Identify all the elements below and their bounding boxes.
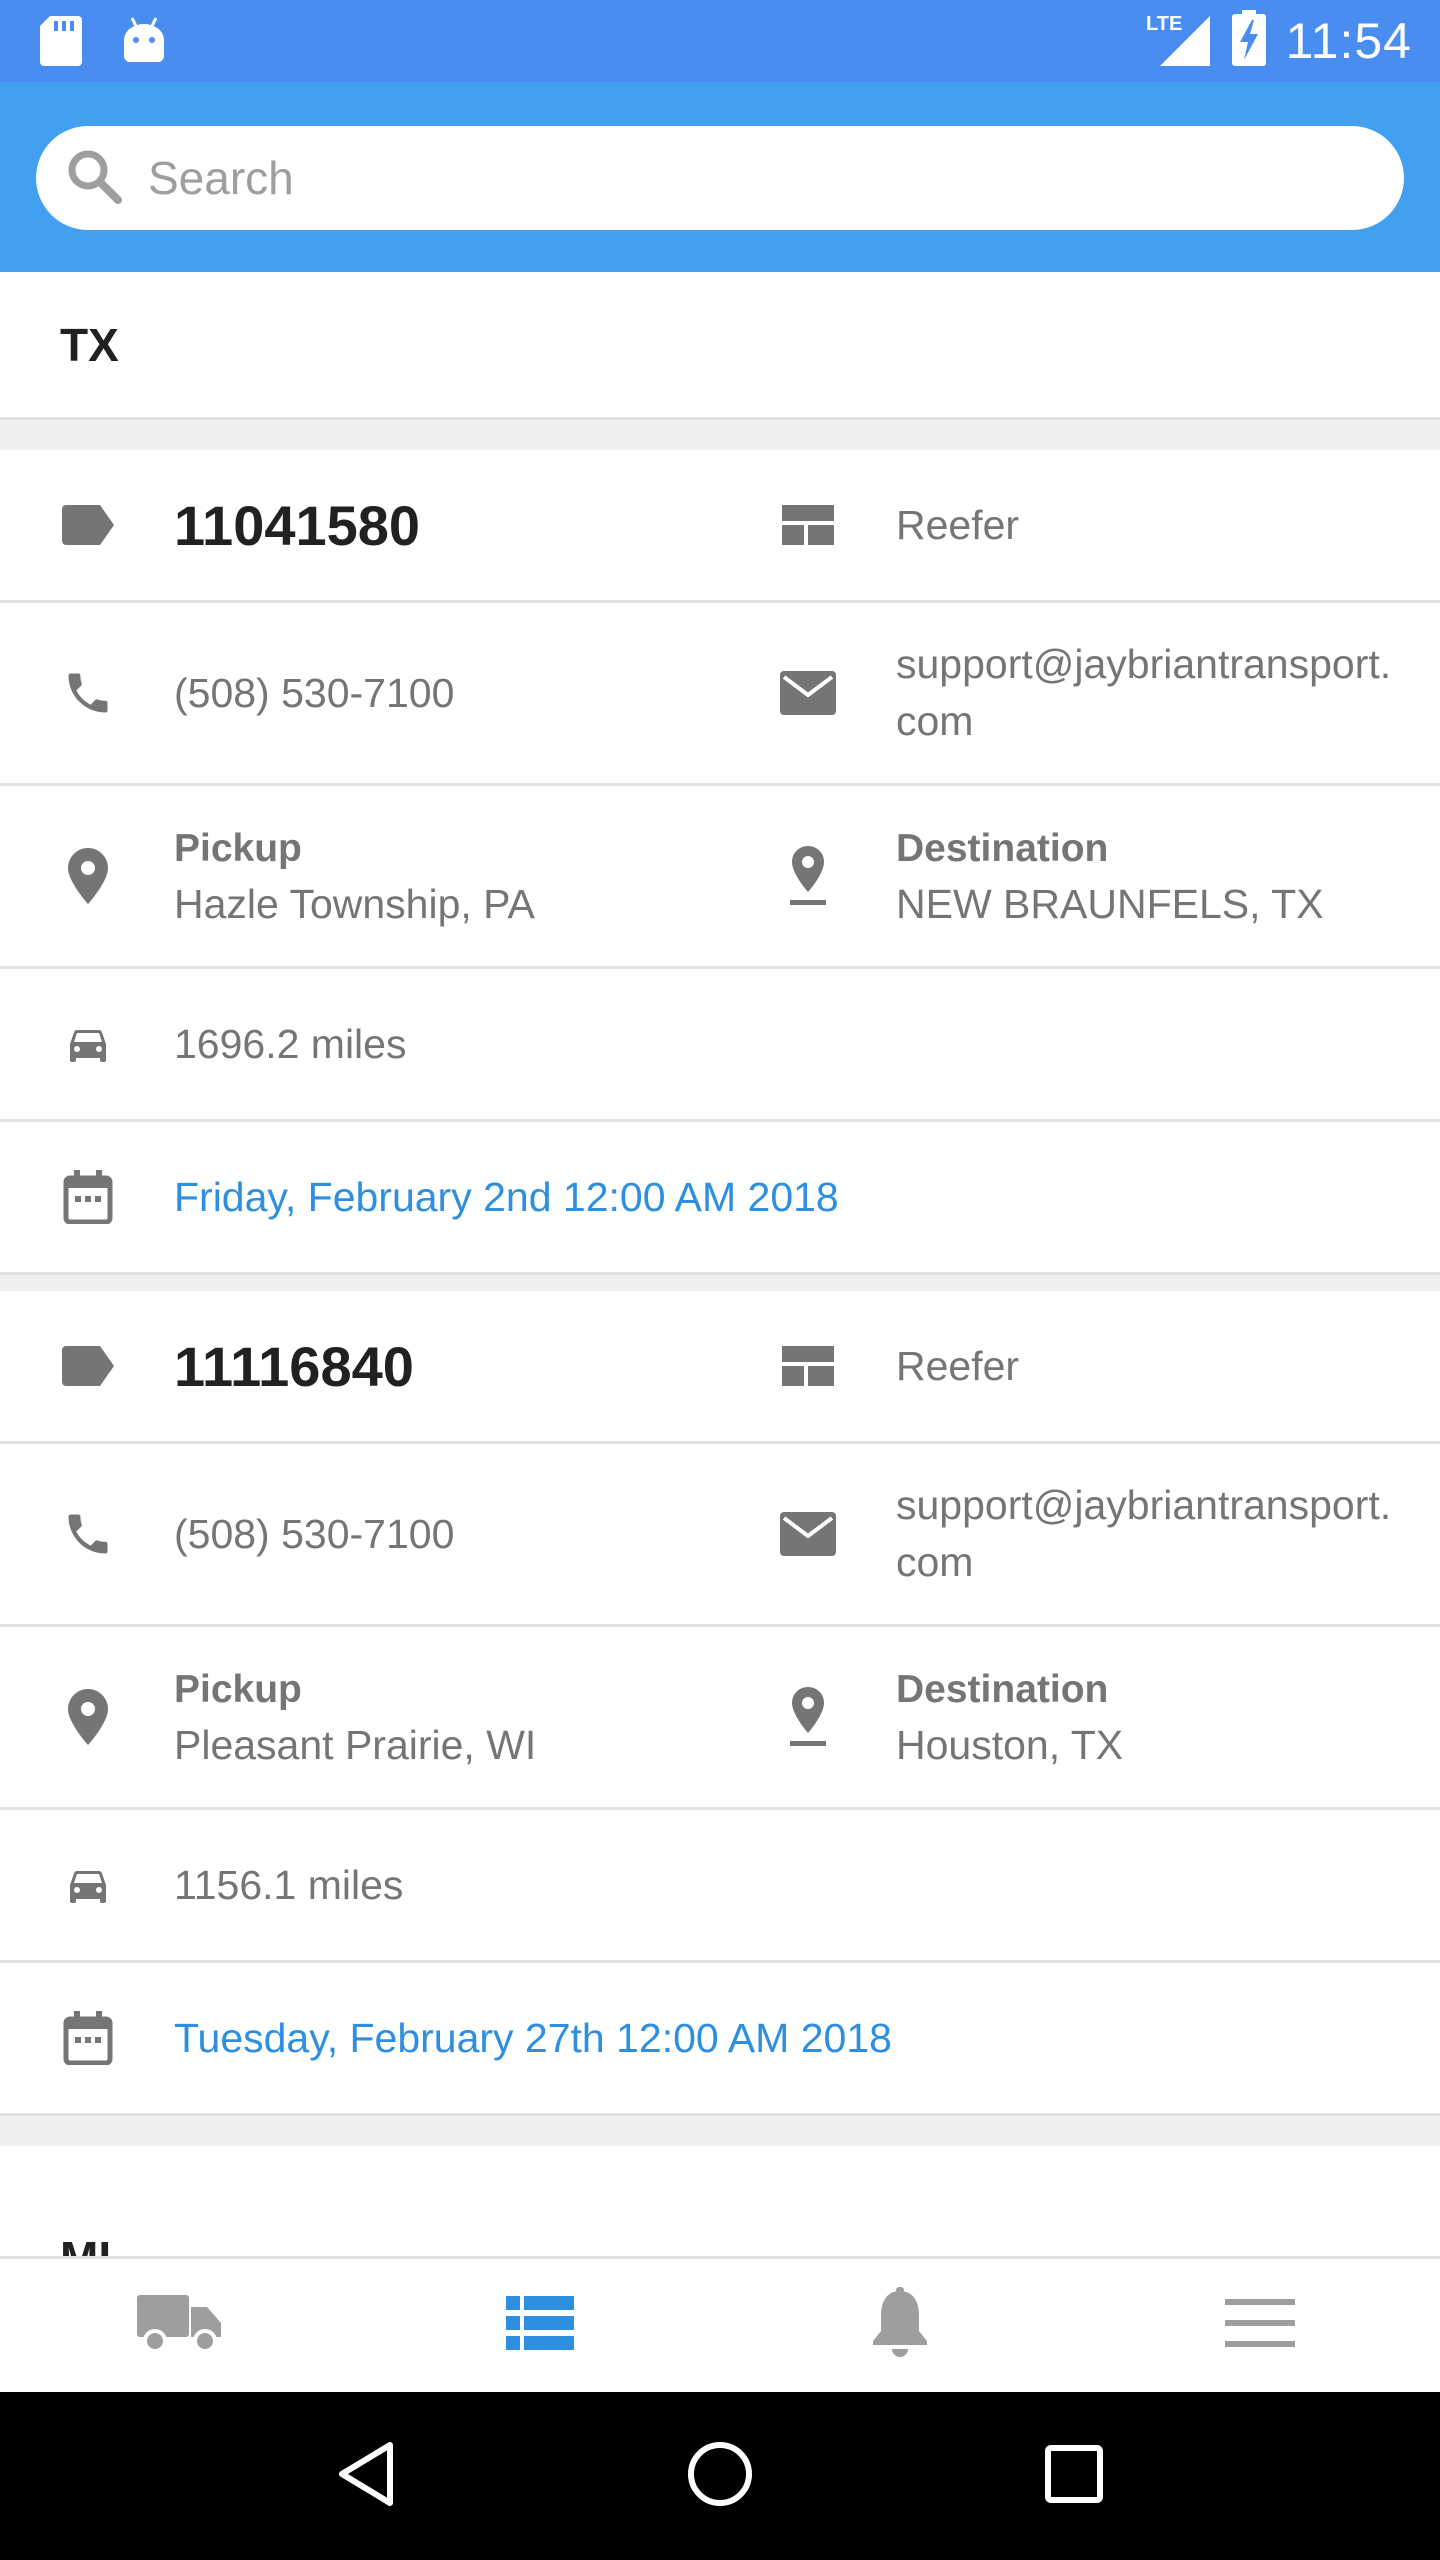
email-icon bbox=[778, 1512, 838, 1556]
load-id-row: 11116840 Reefer bbox=[0, 1291, 1440, 1444]
nav-notifications[interactable] bbox=[720, 2259, 1080, 2392]
destination-location-icon bbox=[778, 846, 838, 906]
section-header-tx: TX bbox=[0, 272, 1440, 420]
route-row: Pickup Pleasant Prairie, WI Destination … bbox=[0, 1627, 1440, 1810]
calendar-icon bbox=[58, 2011, 118, 2065]
phone-number: (508) 530-7100 bbox=[174, 669, 455, 716]
email-address: support@jaybriantransport.com bbox=[896, 641, 1392, 744]
load-list[interactable]: TX 11041580 Reefer (508) 530-7100 suppor… bbox=[0, 272, 1440, 2256]
email-link[interactable]: support@jaybriantransport.com bbox=[778, 1444, 1418, 1624]
search-icon bbox=[66, 148, 122, 209]
sd-card-icon bbox=[40, 16, 82, 71]
email-icon bbox=[778, 671, 838, 715]
pickup-location-icon bbox=[58, 848, 118, 904]
phone-link[interactable]: (508) 530-7100 bbox=[58, 1444, 758, 1624]
bottom-nav bbox=[0, 2256, 1440, 2392]
distance: 1156.1 miles bbox=[174, 1861, 404, 1908]
nav-truck[interactable] bbox=[0, 2259, 360, 2392]
equipment-type: Reefer bbox=[896, 1342, 1020, 1389]
pickup-location-icon bbox=[58, 1689, 118, 1745]
trailer-type-icon bbox=[778, 1346, 838, 1386]
home-icon[interactable] bbox=[686, 2440, 754, 2513]
destination-label: Destination bbox=[896, 1668, 1109, 1711]
phone-icon bbox=[58, 1508, 118, 1560]
load-card[interactable]: 11041580 Reefer (508) 530-7100 support@j… bbox=[0, 450, 1440, 1275]
truck-icon bbox=[137, 2291, 223, 2360]
bell-icon bbox=[869, 2287, 931, 2364]
load-card[interactable]: 11116840 Reefer (508) 530-7100 support@j… bbox=[0, 1291, 1440, 2116]
car-icon bbox=[58, 1861, 118, 1909]
search-header bbox=[0, 82, 1440, 272]
nav-menu[interactable] bbox=[1080, 2259, 1440, 2392]
phone-icon bbox=[58, 667, 118, 719]
back-icon[interactable] bbox=[336, 2441, 396, 2512]
status-bar: LTE 11:54 bbox=[0, 0, 1440, 82]
divider bbox=[0, 420, 1440, 450]
distance-row: 1156.1 miles bbox=[0, 1810, 1440, 1963]
divider bbox=[0, 2116, 1440, 2146]
destination-label: Destination bbox=[896, 827, 1109, 870]
load-id: 11116840 bbox=[174, 1334, 414, 1398]
pickup-date: Friday, February 2nd 12:00 AM 2018 bbox=[174, 1173, 839, 1220]
section-header-mi: MI bbox=[0, 2146, 1440, 2256]
pickup-label: Pickup bbox=[174, 827, 302, 870]
phone-number: (508) 530-7100 bbox=[174, 1510, 455, 1557]
email-address: support@jaybriantransport.com bbox=[896, 1482, 1392, 1585]
pickup-date: Tuesday, February 27th 12:00 AM 2018 bbox=[174, 2014, 892, 2061]
contact-row: (508) 530-7100 support@jaybriantransport… bbox=[0, 603, 1440, 786]
car-icon bbox=[58, 1020, 118, 1068]
list-icon bbox=[506, 2296, 574, 2355]
phone-link[interactable]: (508) 530-7100 bbox=[58, 603, 758, 783]
equipment-type: Reefer bbox=[896, 501, 1020, 548]
distance-row: 1696.2 miles bbox=[0, 969, 1440, 1122]
email-link[interactable]: support@jaybriantransport.com bbox=[778, 603, 1418, 783]
calendar-icon bbox=[58, 1170, 118, 1224]
destination-location-icon bbox=[778, 1687, 838, 1747]
destination-city: NEW BRAUNFELS, TX bbox=[896, 881, 1324, 927]
route-row: Pickup Hazle Township, PA Destination NE… bbox=[0, 786, 1440, 969]
android-icon bbox=[122, 16, 166, 71]
load-id: 11041580 bbox=[174, 493, 421, 557]
divider bbox=[0, 1275, 1440, 1291]
system-nav-bar bbox=[0, 2392, 1440, 2560]
recents-icon[interactable] bbox=[1044, 2444, 1104, 2509]
lte-signal-icon: LTE bbox=[1146, 10, 1212, 71]
nav-loads[interactable] bbox=[360, 2259, 720, 2392]
date-row: Tuesday, February 27th 12:00 AM 2018 bbox=[0, 1963, 1440, 2116]
tag-icon bbox=[58, 505, 118, 545]
contact-row: (508) 530-7100 support@jaybriantransport… bbox=[0, 1444, 1440, 1627]
search-input[interactable] bbox=[148, 151, 1248, 205]
tag-icon bbox=[58, 1346, 118, 1386]
pickup-city: Pleasant Prairie, WI bbox=[174, 1722, 537, 1768]
status-time: 11:54 bbox=[1285, 12, 1412, 69]
date-row: Friday, February 2nd 12:00 AM 2018 bbox=[0, 1122, 1440, 1275]
distance: 1696.2 miles bbox=[174, 1020, 407, 1067]
battery-charging-icon bbox=[1231, 10, 1266, 71]
trailer-type-icon bbox=[778, 505, 838, 545]
menu-icon bbox=[1225, 2299, 1295, 2352]
pickup-city: Hazle Township, PA bbox=[174, 881, 535, 927]
search-bar[interactable] bbox=[36, 126, 1404, 230]
pickup-label: Pickup bbox=[174, 1668, 302, 1711]
load-id-row: 11041580 Reefer bbox=[0, 450, 1440, 603]
destination-city: Houston, TX bbox=[896, 1722, 1124, 1768]
svg-text:LTE: LTE bbox=[1146, 13, 1182, 35]
